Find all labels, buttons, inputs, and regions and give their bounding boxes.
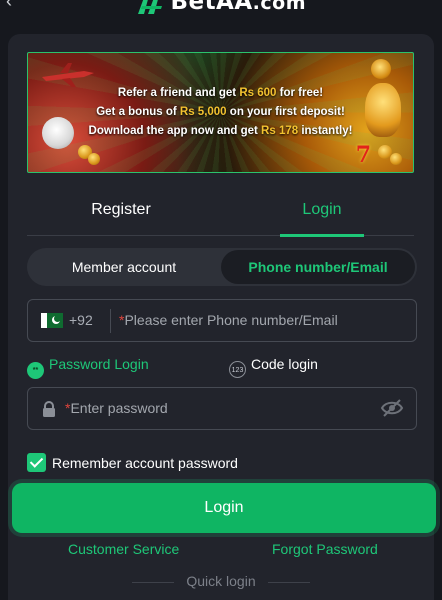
quick-login-heading: Quick login: [8, 573, 434, 589]
phone-email-field[interactable]: +92 *Please enter Phone number/Email: [27, 299, 417, 342]
betaa-logo-icon: [136, 0, 166, 16]
forgot-password-link[interactable]: Forgot Password: [272, 541, 378, 557]
remember-label: Remember account password: [52, 455, 238, 471]
account-type-toggle: Member account Phone number/Email: [27, 248, 417, 286]
banner-line-download: Download the app now and get Rs 178 inst…: [88, 125, 353, 137]
password-login-option[interactable]: ** Password Login: [27, 354, 149, 379]
country-code[interactable]: +92: [69, 300, 93, 341]
remember-password-toggle[interactable]: Remember account password: [27, 453, 238, 473]
login-button[interactable]: Login: [12, 483, 436, 533]
banner-line-referral: Refer a friend and get Rs 600 for free!: [117, 87, 324, 99]
eye-off-icon[interactable]: [380, 398, 404, 418]
brand-logo: BetAA.com: [0, 0, 442, 20]
tiger-head-icon: [371, 59, 391, 79]
auth-tabs: Register Login: [27, 187, 414, 237]
code-login-option[interactable]: 123 Code login: [229, 354, 318, 378]
brand-name: BetAA.com: [170, 0, 307, 15]
password-field[interactable]: *Enter password: [27, 387, 417, 430]
customer-service-link[interactable]: Customer Service: [68, 541, 179, 557]
coin-icon: [88, 153, 100, 165]
password-dots-icon: **: [27, 362, 44, 379]
code-123-icon: 123: [229, 361, 246, 378]
tab-register[interactable]: Register: [36, 187, 206, 235]
login-panel: 7 Refer a friend and get Rs 600 for free…: [8, 34, 436, 600]
remember-checkbox[interactable]: [27, 453, 46, 472]
lucky-seven-icon: 7: [355, 142, 371, 168]
promo-banner[interactable]: 7 Refer a friend and get Rs 600 for free…: [27, 52, 414, 173]
airplane-icon: [42, 63, 94, 87]
field-divider: [110, 309, 111, 333]
lock-icon: [43, 401, 55, 417]
coin-icon: [390, 153, 402, 165]
pakistan-flag-icon[interactable]: [41, 313, 63, 328]
tab-login[interactable]: Login: [237, 187, 407, 237]
banner-line-deposit: Get a bonus of Rs 5,000 on your first de…: [96, 106, 345, 118]
password-placeholder: *Enter password: [65, 400, 168, 416]
phone-email-option[interactable]: Phone number/Email: [221, 250, 415, 284]
phone-email-placeholder: *Please enter Phone number/Email: [119, 312, 338, 328]
member-account-option[interactable]: Member account: [27, 248, 221, 286]
